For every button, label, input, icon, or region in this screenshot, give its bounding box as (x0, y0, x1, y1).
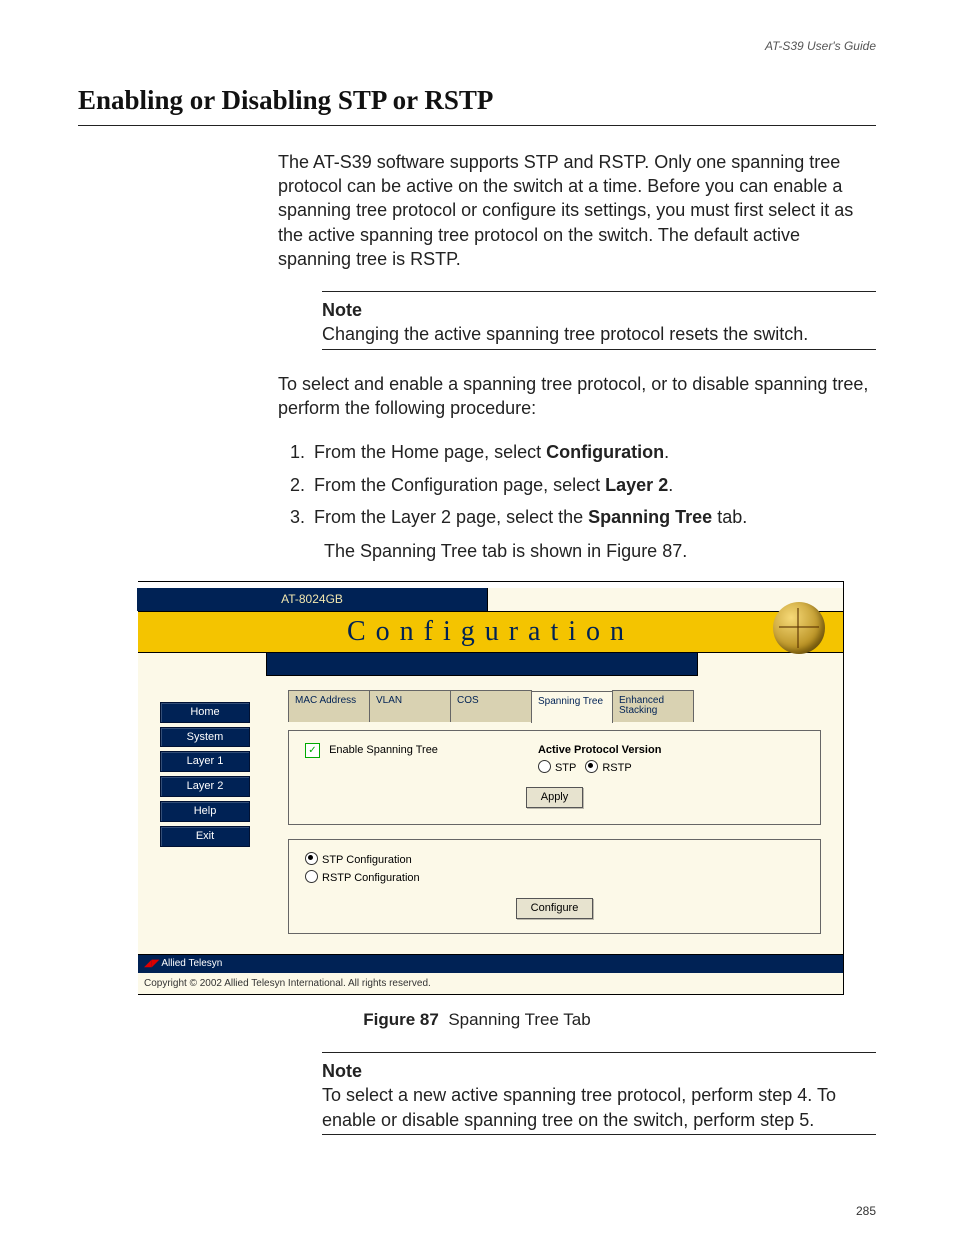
spanning-tree-panel: ✓ Enable Spanning Tree Active Protocol V… (288, 730, 821, 826)
intro-paragraph: The AT-S39 software supports STP and RST… (278, 150, 876, 271)
config-select-panel: STP Configuration RSTP Configuration Con… (288, 839, 821, 934)
config-title-bar: Configuration (138, 611, 843, 653)
note-rule-top-1 (322, 291, 876, 292)
sidebar-layer2[interactable]: Layer 2 (160, 776, 250, 797)
apv-title: Active Protocol Version (538, 743, 661, 758)
config-title: Configuration (347, 613, 634, 651)
figure-caption: Figure 87 Spanning Tree Tab (78, 1009, 876, 1032)
running-header: AT-S39 User's Guide (78, 38, 876, 54)
sub-blue-bar (266, 653, 698, 676)
step-2: From the Configuration page, select Laye… (310, 473, 876, 497)
step-1: From the Home page, select Configuration… (310, 440, 876, 464)
note-rule-top-2 (322, 1052, 876, 1053)
note-block-1: Note Changing the active spanning tree p… (322, 291, 876, 350)
note-block-2: Note To select a new active spanning tre… (322, 1052, 876, 1135)
vendor-logo: ◢◤Allied Telesyn (144, 957, 222, 971)
radio-rstp-config-label: RSTP Configuration (322, 872, 420, 884)
step-continuation: The Spanning Tree tab is shown in Figure… (324, 539, 876, 563)
enable-st-checkbox[interactable]: ✓ (305, 743, 320, 758)
tab-cos[interactable]: COS (450, 690, 532, 722)
steps-list: From the Home page, select Configuration… (304, 440, 876, 529)
sidebar-home[interactable]: Home (160, 702, 250, 723)
sidebar-layer1[interactable]: Layer 1 (160, 751, 250, 772)
enable-st-wrap: ✓ Enable Spanning Tree (305, 743, 438, 759)
tabs-row: MAC Address VLAN COS Spanning Tree Enhan… (288, 690, 821, 722)
section-title: Enabling or Disabling STP or RSTP (78, 82, 876, 118)
tab-vlan[interactable]: VLAN (369, 690, 451, 722)
note-text-2: To select a new active spanning tree pro… (322, 1083, 876, 1132)
footer-blue: ◢◤Allied Telesyn (138, 954, 843, 973)
sidebar-exit[interactable]: Exit (160, 826, 250, 847)
configure-button[interactable]: Configure (516, 898, 594, 919)
radio-stp[interactable] (538, 760, 551, 773)
note-rule-bot-1 (322, 349, 876, 350)
note-label-2: Note (322, 1059, 876, 1083)
copyright-line: Copyright © 2002 Allied Telesyn Internat… (138, 973, 843, 995)
device-id-bar: AT-8024GB (137, 588, 488, 610)
main-area: MAC Address VLAN COS Spanning Tree Enhan… (288, 690, 843, 940)
sidebar-system[interactable]: System (160, 727, 250, 748)
page-number: 285 (856, 1203, 876, 1219)
section-rule (78, 125, 876, 126)
sidebar-help[interactable]: Help (160, 801, 250, 822)
note-label-1: Note (322, 298, 876, 322)
tab-spanning-tree[interactable]: Spanning Tree (531, 691, 613, 723)
radio-rstp[interactable] (585, 760, 598, 773)
lead-in: To select and enable a spanning tree pro… (278, 372, 876, 421)
figure-screenshot: AT-8024GB Configuration Home System Laye… (138, 581, 844, 995)
radio-stp-config[interactable] (305, 852, 318, 865)
active-protocol-group: Active Protocol Version STP RSTP (538, 743, 661, 776)
radio-stp-label: STP (555, 762, 576, 774)
radio-rstp-label: RSTP (602, 762, 631, 774)
apply-button[interactable]: Apply (526, 787, 584, 808)
note-text-1: Changing the active spanning tree protoc… (322, 322, 876, 346)
globe-icon (773, 602, 825, 654)
tab-enh-stacking[interactable]: Enhanced Stacking (612, 690, 694, 722)
enable-st-label: Enable Spanning Tree (329, 744, 438, 756)
radio-rstp-config[interactable] (305, 870, 318, 883)
tab-mac[interactable]: MAC Address (288, 690, 370, 722)
sidebar: Home System Layer 1 Layer 2 Help Exit (138, 690, 288, 940)
radio-stp-config-label: STP Configuration (322, 854, 412, 866)
step-3: From the Layer 2 page, select the Spanni… (310, 505, 876, 529)
note-rule-bot-2 (322, 1134, 876, 1135)
